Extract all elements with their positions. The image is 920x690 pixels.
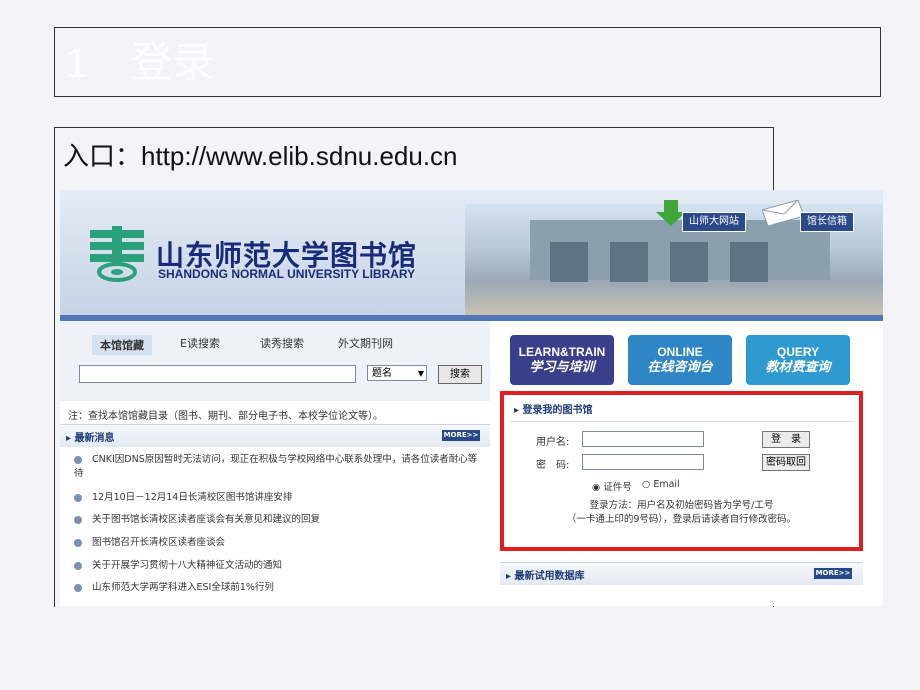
- news-item[interactable]: 图书馆召开长清校区读者座谈会: [74, 534, 479, 548]
- news-item-text: CNKI因DNS原因暂时无法访问，现正在积极与学校网络中心联系处理中，请各位读者…: [74, 454, 478, 479]
- online-cn: 在线咨询台: [647, 359, 713, 374]
- bullet-icon: [74, 583, 82, 592]
- search-field-value: 题名: [372, 368, 392, 379]
- right-panel: LEARN&TRAIN 学习与培训 ONLINE 在线咨询台 QUERY 教材费…: [490, 321, 883, 606]
- news-item[interactable]: CNKI因DNS原因暂时无法访问，现正在积极与学校网络中心联系处理中，请各位读者…: [74, 451, 479, 479]
- news-item[interactable]: 12月10日－12月14日长清校区图书馆讲座安排: [74, 489, 479, 503]
- bullet-icon: [74, 515, 82, 524]
- news-header: ▸ 最新消息 MORE>>: [60, 424, 490, 447]
- online-en: ONLINE: [657, 345, 703, 359]
- bullet-icon: [74, 455, 82, 464]
- divider: [510, 421, 853, 422]
- news-more-button[interactable]: MORE>>: [442, 430, 480, 441]
- search-tabs: 本馆馆藏 E读搜索 读秀搜索 外文期刊网 题名 ▼ 搜索: [60, 321, 490, 401]
- trial-db-header: ▸ 最新试用数据库 MORE>>: [500, 562, 863, 585]
- login-box-highlighted: ▸ 登录我的图书馆 用户名: 登 录 密 码: 密码取回 ◉ 证件号 ○ Ema…: [500, 391, 863, 551]
- query-en: QUERY: [776, 345, 820, 359]
- director-mailbox-link[interactable]: 馆长信箱: [800, 212, 854, 232]
- news-item-text: 关于图书馆长清校区读者座谈会有关意见和建议的回复: [92, 514, 321, 525]
- library-homepage-screenshot: 山东师范大学图书馆 SHANDONG NORMAL UNIVERSITY LIB…: [60, 190, 883, 606]
- learn-train-en: LEARN&TRAIN: [518, 345, 606, 359]
- news-item-text: 图书馆召开长清校区读者座谈会: [92, 537, 226, 548]
- login-title: ▸ 登录我的图书馆: [514, 405, 593, 416]
- tab-e-read[interactable]: E读搜索: [180, 335, 220, 351]
- search-button[interactable]: 搜索: [438, 365, 482, 384]
- trial-more-button[interactable]: MORE>>: [814, 568, 852, 579]
- news-item[interactable]: 山东师范大学两学科进入ESI全球前1%行列: [74, 579, 479, 593]
- login-button[interactable]: 登 录: [762, 431, 810, 448]
- search-field-select[interactable]: 题名 ▼: [367, 365, 427, 381]
- learn-train-cn: 学习与培训: [529, 359, 595, 374]
- library-logo-icon: [90, 226, 144, 282]
- news-item-text: 关于开展学习贯彻十八大精神征文活动的通知: [92, 560, 283, 571]
- library-name-en: SHANDONG NORMAL UNIVERSITY LIBRARY: [158, 267, 416, 281]
- url-label: 入口：http://www.elib.sdnu.edu.cn: [63, 141, 458, 171]
- search-panel: 本馆馆藏 E读搜索 读秀搜索 外文期刊网 题名 ▼ 搜索 注：查找本馆馆藏目录（…: [60, 321, 490, 606]
- news-title: ▸ 最新消息: [66, 433, 115, 444]
- main-site-link[interactable]: 山师大网站: [682, 212, 746, 232]
- radio-id-label: 证件号: [603, 482, 632, 493]
- envelope-icon: [762, 200, 804, 226]
- bullet-icon: [74, 561, 82, 570]
- radio-id-number[interactable]: ◉ 证件号: [592, 479, 632, 493]
- search-note: 注：查找本馆馆藏目录（图书、期刊、部分电子书、本校学位论文等）。: [68, 411, 383, 422]
- news-item[interactable]: 关于图书馆长清校区读者座谈会有关意见和建议的回复: [74, 511, 479, 525]
- building-window: [610, 242, 648, 282]
- username-label: 用户名:: [536, 437, 570, 448]
- password-input[interactable]: [582, 454, 704, 470]
- slide-title: 1 登录: [65, 39, 215, 86]
- learn-train-button[interactable]: LEARN&TRAIN 学习与培训: [510, 335, 614, 385]
- query-button[interactable]: QUERY 教材费查询: [746, 335, 850, 385]
- login-title-text: 登录我的图书馆: [522, 405, 593, 416]
- slide-title-box: 1 登录: [54, 27, 881, 97]
- recover-password-button[interactable]: 密码取回: [762, 454, 810, 471]
- bullet-icon: [74, 493, 82, 502]
- chevron-down-icon: ▼: [417, 369, 424, 378]
- query-cn: 教材费查询: [765, 359, 831, 374]
- login-hint-line1: 登录方法：用户名及初始密码皆为学号/工号: [589, 500, 774, 511]
- trial-db-title: ▸ 最新试用数据库: [506, 571, 585, 582]
- tab-catalog[interactable]: 本馆馆藏: [92, 335, 152, 355]
- trial-db-title-text: 最新试用数据库: [514, 571, 585, 582]
- radio-email[interactable]: ○ Email: [642, 479, 680, 490]
- bullet-icon: [74, 538, 82, 547]
- password-label: 密 码:: [536, 460, 570, 471]
- news-title-text: 最新消息: [74, 433, 115, 444]
- tab-foreign-journals[interactable]: 外文期刊网: [338, 335, 393, 351]
- news-item[interactable]: 关于开展学习贯彻十八大精神征文活动的通知: [74, 557, 479, 571]
- username-input[interactable]: [582, 431, 704, 447]
- news-item-text: 12月10日－12月14日长清校区图书馆讲座安排: [92, 492, 293, 503]
- building-window: [670, 242, 708, 282]
- tab-duxiu[interactable]: 读秀搜索: [260, 335, 304, 351]
- online-button[interactable]: ONLINE 在线咨询台: [628, 335, 732, 385]
- banner: 山东师范大学图书馆 SHANDONG NORMAL UNIVERSITY LIB…: [60, 190, 883, 315]
- search-input[interactable]: [79, 365, 356, 383]
- radio-email-label: Email: [653, 479, 680, 490]
- building-window: [550, 242, 588, 282]
- login-hint-line2: （一卡通上印的9号码），登录后请读者自行修改密码。: [566, 514, 797, 525]
- news-item-text: 山东师范大学两学科进入ESI全球前1%行列: [92, 582, 274, 593]
- building-window: [730, 242, 768, 282]
